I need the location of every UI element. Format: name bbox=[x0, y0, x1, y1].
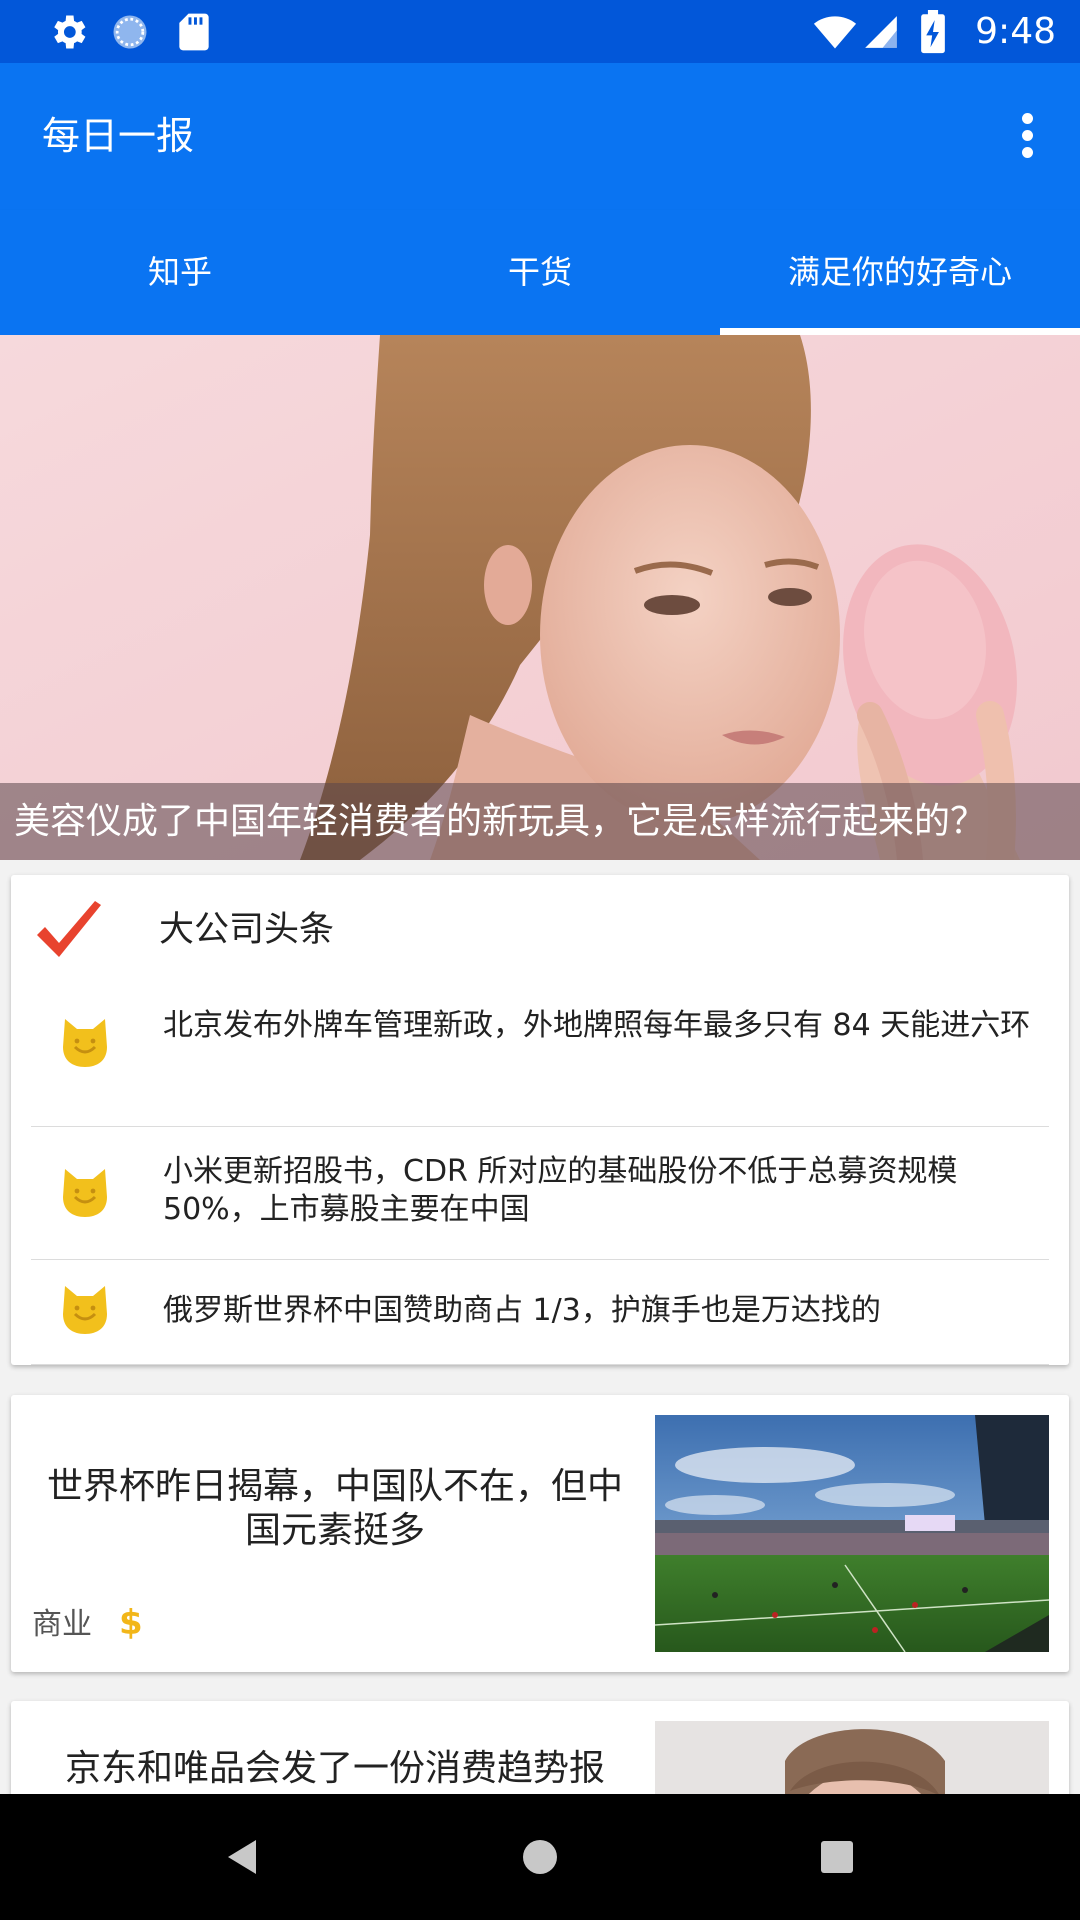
dollar-icon: $ bbox=[119, 1603, 143, 1643]
wifi-icon bbox=[813, 16, 857, 49]
hero-caption: 美容仪成了中国年轻消费者的新玩具，它是怎样流行起来的？ bbox=[0, 783, 1080, 860]
app-title: 每日一报 bbox=[42, 114, 195, 158]
cat-icon bbox=[63, 1286, 107, 1334]
cat-icon bbox=[63, 1169, 107, 1217]
headlines-header[interactable]: 大公司头条 bbox=[11, 875, 1069, 995]
headline-item[interactable]: 小米更新招股书，CDR 所对应的基础股份不低于总募资规模 50%，上市募股主要在… bbox=[11, 1127, 1069, 1260]
cellular-signal-icon bbox=[865, 16, 897, 48]
recents-icon[interactable] bbox=[804, 1824, 870, 1890]
navigation-bar bbox=[0, 1794, 1080, 1920]
headlines-title: 大公司头条 bbox=[159, 910, 335, 950]
divider bbox=[31, 1364, 1049, 1365]
stadium-photo bbox=[655, 1415, 1049, 1652]
status-bar: 9:48 bbox=[0, 0, 1080, 63]
tab-curiosity[interactable]: 满足你的好奇心 bbox=[720, 210, 1080, 335]
headline-text: 北京发布外牌车管理新政，外地牌照每年最多只有 84 天能进六环 bbox=[163, 1008, 1031, 1043]
more-vert-icon[interactable] bbox=[996, 103, 1060, 167]
news-category: 商业 bbox=[32, 1607, 92, 1642]
headlines-card: 大公司头条 北京发布外牌车管理新政，外地牌照每年最多只有 84 天能进六环 小米… bbox=[11, 875, 1069, 1365]
headline-text: 小米更新招股书，CDR 所对应的基础股份不低于总募资规模 50%，上市募股主要在… bbox=[163, 1154, 958, 1227]
cat-icon bbox=[63, 1019, 107, 1067]
sd-card-icon bbox=[179, 13, 209, 51]
sync-icon bbox=[113, 15, 147, 49]
app-bar: 每日一报 bbox=[0, 63, 1080, 210]
tab-bar: 知乎 干货 满足你的好奇心 bbox=[0, 210, 1080, 335]
tab-ganhuo[interactable]: 干货 bbox=[360, 210, 720, 335]
home-icon[interactable] bbox=[507, 1824, 573, 1890]
tab-indicator bbox=[720, 328, 1080, 335]
settings-icon bbox=[54, 15, 86, 49]
checkmark-icon bbox=[37, 901, 101, 957]
headline-item[interactable]: 俄罗斯世界杯中国赞助商占 1/3，护旗手也是万达找的 bbox=[11, 1260, 1069, 1365]
headline-text: 俄罗斯世界杯中国赞助商占 1/3，护旗手也是万达找的 bbox=[163, 1293, 881, 1328]
news-title: 世界杯昨日揭幕，中国队不在，但中国元素挺多 bbox=[46, 1466, 623, 1551]
headline-item[interactable]: 北京发布外牌车管理新政，外地牌照每年最多只有 84 天能进六环 bbox=[11, 995, 1069, 1127]
hero-banner[interactable]: 美容仪成了中国年轻消费者的新玩具，它是怎样流行起来的？ bbox=[0, 335, 1080, 860]
tab-zhihu[interactable]: 知乎 bbox=[0, 210, 360, 335]
back-icon[interactable] bbox=[210, 1824, 276, 1890]
news-title: 京东和唯品会发了一份消费趋势报 bbox=[64, 1748, 605, 1789]
clock: 9:48 bbox=[975, 11, 1056, 52]
hero-image bbox=[0, 335, 1080, 860]
news-card[interactable]: 世界杯昨日揭幕，中国队不在，但中国元素挺多 商业 $ bbox=[11, 1395, 1069, 1672]
battery-charging-icon bbox=[921, 10, 945, 54]
